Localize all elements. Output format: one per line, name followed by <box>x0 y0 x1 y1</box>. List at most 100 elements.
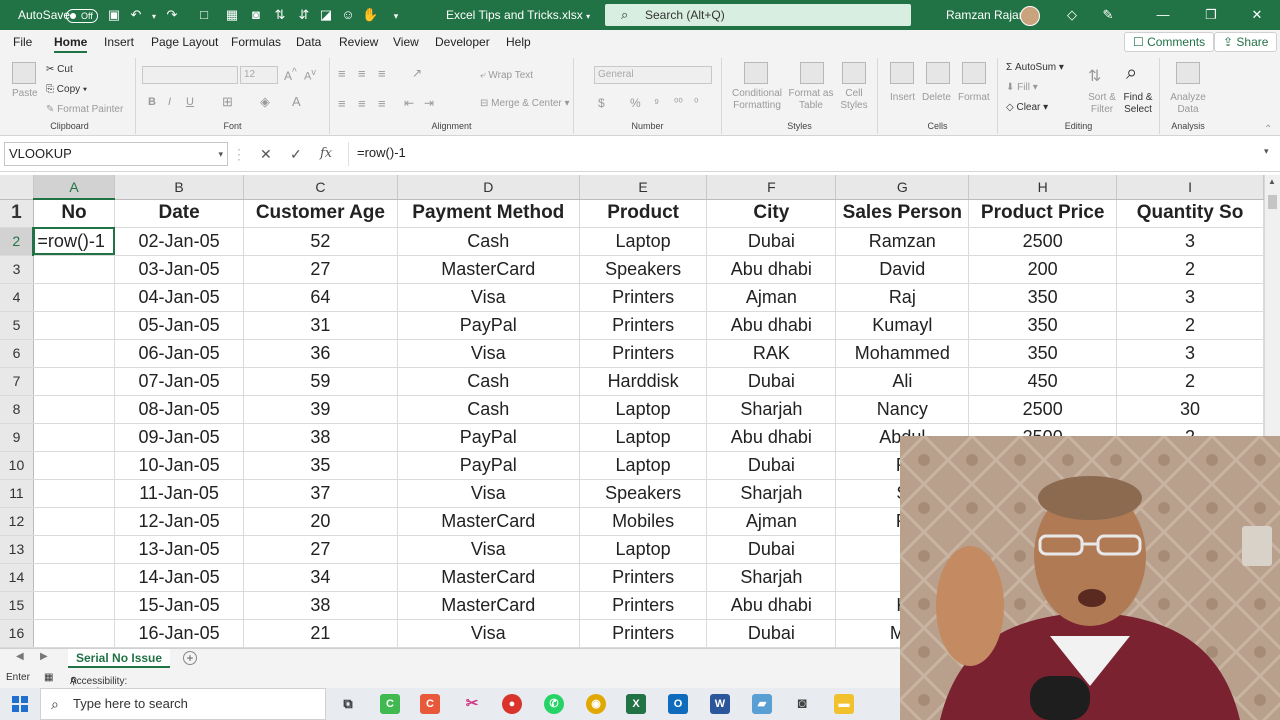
cell[interactable]: 08-Jan-05 <box>114 395 245 424</box>
cell[interactable]: Printers <box>579 311 708 340</box>
column-header[interactable]: D <box>397 175 580 200</box>
row-header[interactable]: 16 <box>0 619 34 648</box>
italic-button[interactable]: I <box>168 96 171 108</box>
paste-icon[interactable] <box>12 62 36 84</box>
sheet-prev-icon[interactable]: ◀ <box>16 651 24 662</box>
cell[interactable]: Kumayl <box>835 311 970 340</box>
row-header[interactable]: 4 <box>0 283 34 312</box>
tab-data[interactable]: Data <box>296 35 321 49</box>
expand-formula-bar-icon[interactable]: ▾ <box>1264 146 1269 157</box>
delete-cells-button[interactable]: Delete <box>922 92 951 103</box>
formula-input[interactable]: =row()-1 <box>348 142 1264 166</box>
cell[interactable]: Dubai <box>706 367 837 396</box>
cell[interactable]: 34 <box>243 563 398 592</box>
autosave-toggle[interactable]: Off <box>66 0 98 30</box>
insert-function-icon[interactable]: fx <box>320 146 332 161</box>
cell[interactable]: Laptop <box>579 423 708 452</box>
cell[interactable]: Product <box>579 199 708 228</box>
file-name[interactable]: Excel Tips and Tricks.xlsx ▾ <box>446 0 590 30</box>
minimize-icon[interactable]: — <box>1140 0 1186 30</box>
taskbar-search-input[interactable]: ⌕ Type here to search <box>40 688 326 720</box>
cell[interactable]: 06-Jan-05 <box>114 339 245 368</box>
cell[interactable]: Laptop <box>579 451 708 480</box>
cancel-entry-icon[interactable]: ✕ <box>260 146 272 163</box>
row-header[interactable]: 14 <box>0 563 34 592</box>
excel-icon[interactable]: X <box>626 694 646 714</box>
word-icon[interactable]: W <box>710 694 730 714</box>
column-header[interactable]: B <box>114 175 245 200</box>
autosum-button[interactable]: Σ AutoSum ▾ <box>1006 62 1064 73</box>
row-header[interactable]: 6 <box>0 339 34 368</box>
cell[interactable] <box>33 255 116 284</box>
cell[interactable]: 09-Jan-05 <box>114 423 245 452</box>
cell[interactable]: Laptop <box>579 535 708 564</box>
cell[interactable]: 36 <box>243 339 398 368</box>
outlook-icon[interactable]: O <box>668 694 688 714</box>
row-header[interactable]: 1 <box>0 199 34 228</box>
sort-icon[interactable]: ⇅ <box>272 0 288 30</box>
cell[interactable] <box>33 479 116 508</box>
cell[interactable]: 450 <box>968 367 1118 396</box>
tab-insert[interactable]: Insert <box>104 35 134 49</box>
merge-center-button[interactable]: ⊟ Merge & Center ▾ <box>480 98 570 109</box>
row-header[interactable]: 8 <box>0 395 34 424</box>
select-all-corner[interactable] <box>0 175 34 200</box>
column-header[interactable]: C <box>243 175 398 200</box>
user-name[interactable]: Ramzan Rajani <box>946 0 1028 30</box>
decrease-font-icon[interactable]: Av <box>304 67 316 83</box>
cell[interactable]: 31 <box>243 311 398 340</box>
conditional-formatting-icon[interactable] <box>744 62 768 84</box>
cell[interactable]: Raj <box>835 283 970 312</box>
cell[interactable] <box>33 563 116 592</box>
customize-qat-icon[interactable]: ▾ <box>388 0 404 30</box>
row-header[interactable]: 11 <box>0 479 34 508</box>
camera-icon[interactable]: ◙ <box>248 0 264 30</box>
align-bottom-icon[interactable]: ≡ <box>378 66 386 81</box>
cell[interactable]: Harddisk <box>579 367 708 396</box>
analyze-data-icon[interactable] <box>1176 62 1200 84</box>
name-box[interactable]: VLOOKUP ▾ <box>4 142 228 166</box>
cut-button[interactable]: ✂ Cut <box>46 64 73 75</box>
new-file-icon[interactable]: □ <box>196 0 212 30</box>
cell[interactable] <box>33 451 116 480</box>
cell[interactable]: Printers <box>579 619 708 648</box>
tab-formulas[interactable]: Formulas <box>231 35 281 49</box>
windows-start-icon[interactable] <box>12 696 28 712</box>
cell[interactable]: 13-Jan-05 <box>114 535 245 564</box>
cell[interactable] <box>33 507 116 536</box>
cell[interactable]: 38 <box>243 591 398 620</box>
cell[interactable]: City <box>706 199 837 228</box>
cell[interactable]: 2 <box>1116 367 1264 396</box>
cell-styles-icon[interactable] <box>842 62 866 84</box>
cell[interactable]: Ajman <box>706 507 837 536</box>
cell[interactable]: 3 <box>1116 227 1264 256</box>
camtasia-orange-icon[interactable]: C <box>420 694 440 714</box>
cell[interactable]: PayPal <box>397 311 580 340</box>
shapes-icon[interactable]: ◪ <box>318 0 334 30</box>
avatar[interactable] <box>1020 0 1040 30</box>
tab-view[interactable]: View <box>393 35 419 49</box>
cell[interactable]: Quantity So <box>1116 199 1264 228</box>
cell[interactable]: Mohammed <box>835 339 970 368</box>
active-cell[interactable]: =row()-1 <box>33 227 116 256</box>
cell[interactable]: Nancy <box>835 395 970 424</box>
wrap-text-button[interactable]: ⤶ Wrap Text <box>480 70 533 81</box>
cell[interactable]: Dubai <box>706 451 837 480</box>
touch-mode-icon[interactable]: ✋ <box>362 0 378 30</box>
cell[interactable]: MasterCard <box>397 563 580 592</box>
share-button[interactable]: ⇪ Share <box>1214 32 1278 52</box>
cell-styles-button[interactable]: Cell Styles <box>836 88 872 112</box>
file-explorer-icon[interactable]: ▬ <box>834 694 854 714</box>
align-left-icon[interactable]: ≡ <box>338 96 346 111</box>
cell[interactable] <box>33 339 116 368</box>
cell[interactable]: 350 <box>968 283 1118 312</box>
row-header[interactable]: 12 <box>0 507 34 536</box>
row-header[interactable]: 9 <box>0 423 34 452</box>
cell[interactable]: Visa <box>397 339 580 368</box>
number-format-select[interactable]: General <box>594 66 712 84</box>
cell[interactable]: Payment Method <box>397 199 580 228</box>
scroll-up-icon[interactable]: ▲ <box>1268 177 1276 186</box>
row-header[interactable]: 7 <box>0 367 34 396</box>
row-header[interactable]: 13 <box>0 535 34 564</box>
column-header[interactable]: G <box>835 175 970 200</box>
